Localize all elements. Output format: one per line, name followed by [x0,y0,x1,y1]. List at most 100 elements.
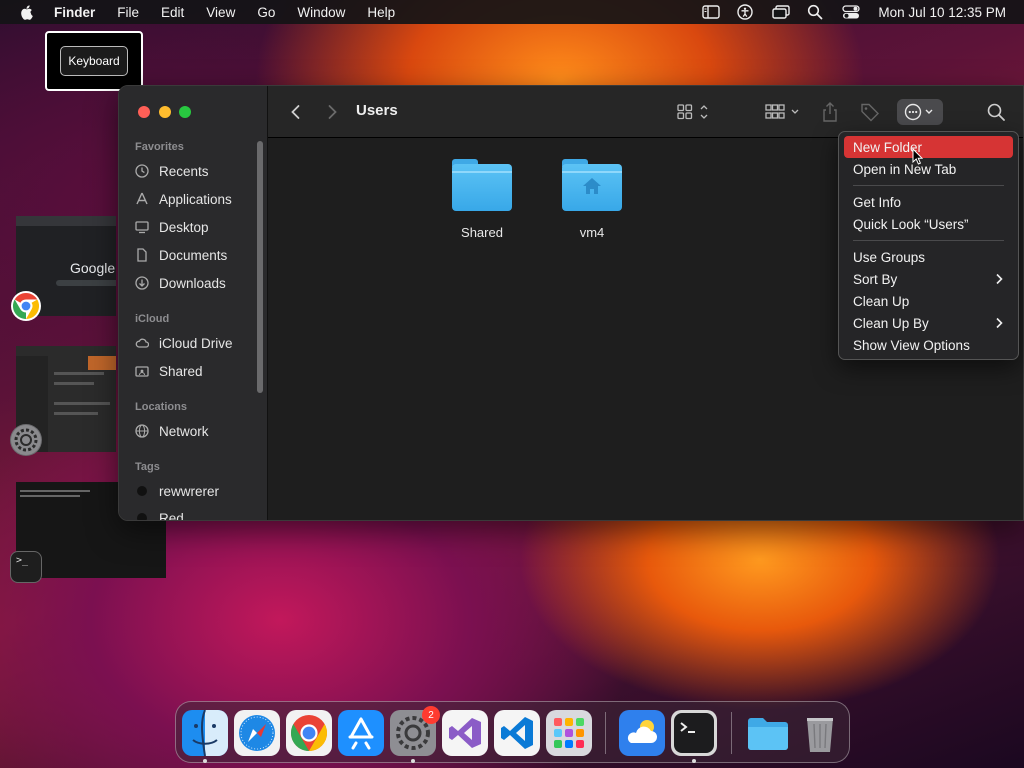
more-actions-menu: New Folder Open in New Tab Get Info Quic… [838,131,1019,360]
menu-bar: Finder File Edit View Go Window Help Mon… [0,0,1024,24]
menu-file[interactable]: File [117,5,139,20]
thumbnail-row [54,402,110,405]
app-store-icon[interactable] [338,710,384,756]
mouse-cursor-icon [912,147,924,166]
menu-item-quick-look[interactable]: Quick Look “Users” [844,213,1013,235]
folder-item-vm4[interactable]: vm4 [547,159,637,240]
chevron-right-icon [995,273,1003,285]
system-settings-icon[interactable] [10,424,42,456]
sidebar-item-downloads[interactable]: Downloads [135,272,226,294]
tag-icon[interactable] [859,100,881,124]
share-icon[interactable] [820,100,840,124]
sidebar-item-network[interactable]: Network [135,420,209,442]
screen-mirroring-icon[interactable] [772,4,791,20]
sidebar-toggle-icon[interactable] [702,4,721,20]
sidebar-item-label: Desktop [159,219,209,235]
keyboard-button[interactable]: Keyboard [60,46,128,76]
menu-item-new-folder[interactable]: New Folder [844,136,1013,158]
desktop-icon [135,220,149,234]
control-center-icon[interactable] [842,4,861,20]
tag-dot-icon [137,513,147,520]
thumbnail-tab-bar [16,216,116,226]
menu-item-use-groups[interactable]: Use Groups [844,246,1013,268]
sidebar-scrollbar[interactable] [257,141,263,393]
globe-icon [135,424,149,438]
document-icon [135,248,149,262]
sidebar-item-tag-red[interactable]: Red [135,507,184,521]
sidebar-item-icloud-drive[interactable]: iCloud Drive [135,332,233,354]
menu-help[interactable]: Help [367,5,395,20]
menu-edit[interactable]: Edit [161,5,184,20]
icon-view-button[interactable] [676,100,712,124]
accessibility-icon[interactable] [737,4,755,20]
close-button[interactable] [138,106,150,118]
sidebar-header-icloud: iCloud [135,313,170,325]
running-indicator [692,759,696,763]
tag-dot-icon [137,486,147,496]
minimize-button[interactable] [159,106,171,118]
home-folder-icon [562,159,622,211]
terminal-icon[interactable]: >_ [10,551,42,583]
menu-window[interactable]: Window [297,5,345,20]
menu-item-sort-by[interactable]: Sort By [844,268,1013,290]
vscode-icon[interactable] [494,710,540,756]
menu-item-clean-up[interactable]: Clean Up [844,290,1013,312]
sidebar-item-recents[interactable]: Recents [135,160,209,182]
folder-icon [452,159,512,211]
running-indicator [411,759,415,763]
folder-item-shared[interactable]: Shared [437,159,527,240]
sidebar-item-documents[interactable]: Documents [135,244,227,266]
sidebar-header-tags: Tags [135,461,160,473]
thumbnail-text-line [20,495,80,497]
sidebar-item-shared[interactable]: Shared [135,360,203,382]
sidebar-item-label: Shared [159,363,203,379]
group-view-button[interactable] [764,100,802,124]
menu-item-get-info[interactable]: Get Info [844,191,1013,213]
thumbnail-text-line [20,490,90,492]
apple-menu-icon[interactable] [18,3,36,21]
menu-item-open-in-new-tab[interactable]: Open in New Tab [844,158,1013,180]
menu-finder[interactable]: Finder [54,5,95,20]
launchpad-icon[interactable] [546,710,592,756]
system-settings-icon[interactable]: 2 [390,706,440,756]
folder-label: Shared [461,225,503,240]
chrome-icon[interactable] [10,290,42,322]
sidebar-item-label: Red [159,510,184,521]
sidebar-item-applications[interactable]: Applications [135,188,232,210]
menu-separator [853,185,1004,186]
trash-icon[interactable] [797,710,843,756]
weather-icon[interactable] [619,710,665,756]
terminal-icon[interactable] [671,710,717,756]
menubar-clock[interactable]: Mon Jul 10 12:35 PM [878,5,1006,20]
finder-sidebar: Favorites Recents Applications Desktop D… [119,86,268,520]
thumbnail-row [54,372,104,375]
finder-icon[interactable] [182,709,228,757]
menu-item-show-view-options[interactable]: Show View Options [844,334,1013,356]
chrome-icon[interactable] [286,710,332,756]
visual-studio-icon[interactable] [442,710,488,756]
dock-separator [731,712,732,754]
running-indicator [203,759,207,763]
menu-go[interactable]: Go [257,5,275,20]
more-actions-button[interactable] [897,99,943,125]
clock-icon [135,164,149,178]
sidebar-header-locations: Locations [135,401,187,413]
folder-icon[interactable] [745,710,791,756]
forward-chevron-icon[interactable] [322,102,342,122]
menu-item-label: Clean Up By [853,315,929,331]
keyboard-overlay: Keyboard [45,31,143,91]
window-title: Users [356,102,398,119]
maximize-button[interactable] [179,106,191,118]
sidebar-item-desktop[interactable]: Desktop [135,216,209,238]
sidebar-item-label: rewwrerer [159,483,220,499]
notification-badge: 2 [422,706,440,724]
menu-view[interactable]: View [206,5,235,20]
thumbnail-image [88,356,116,370]
sidebar-item-tag-rewwrerer[interactable]: rewwrerer [135,480,219,502]
back-chevron-icon[interactable] [286,102,306,122]
spotlight-search-icon[interactable] [807,4,825,20]
google-logo-text: Google [70,260,116,276]
search-icon[interactable] [986,100,1006,124]
menu-item-clean-up-by[interactable]: Clean Up By [844,312,1013,334]
safari-icon[interactable] [234,710,280,756]
